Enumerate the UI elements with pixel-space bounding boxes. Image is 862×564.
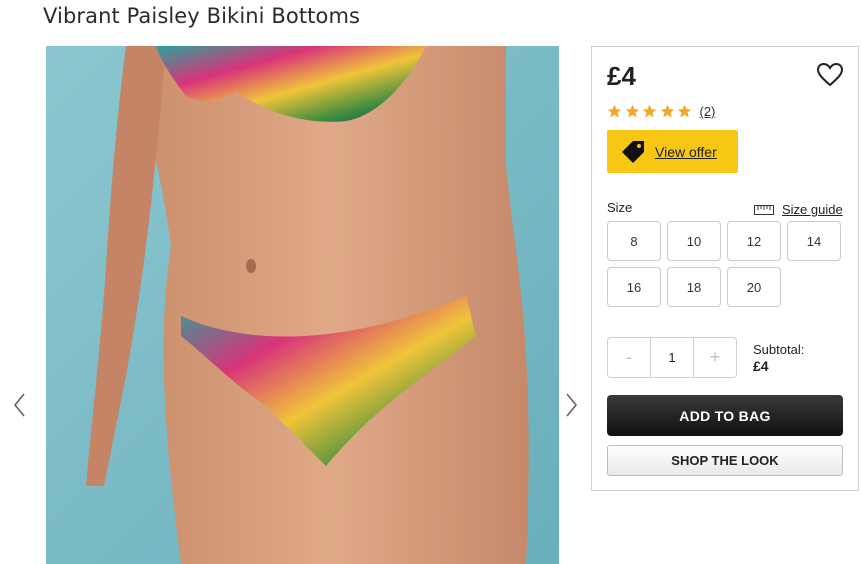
next-image-arrow[interactable]	[561, 390, 581, 420]
decrement-button[interactable]: -	[608, 338, 650, 377]
quantity-stepper: - 1 +	[607, 337, 737, 378]
star-icon	[660, 104, 674, 118]
size-guide-label: Size guide	[782, 202, 843, 217]
previous-image-arrow[interactable]	[10, 390, 30, 420]
size-option-10[interactable]: 10	[667, 221, 721, 261]
star-icon	[625, 104, 639, 118]
heart-icon	[816, 62, 844, 87]
size-label: Size	[607, 200, 633, 215]
view-offer-label: View offer	[655, 143, 717, 160]
size-option-16[interactable]: 16	[607, 267, 661, 307]
product-image	[46, 46, 559, 564]
size-option-18[interactable]: 18	[667, 267, 721, 307]
wishlist-button[interactable]	[816, 62, 844, 87]
star-icon	[607, 104, 622, 118]
subtotal-label: Subtotal:	[753, 342, 805, 357]
size-guide-link[interactable]: Size guide	[754, 202, 843, 217]
price: £4	[607, 61, 636, 91]
chevron-left-icon	[13, 393, 25, 417]
size-option-12[interactable]: 12	[727, 221, 781, 261]
review-count-link[interactable]: (2)	[700, 104, 716, 119]
size-option-20[interactable]: 20	[727, 267, 781, 307]
view-offer-button[interactable]: View offer	[607, 130, 738, 173]
price-tag-icon	[622, 140, 644, 163]
size-option-8[interactable]: 8	[607, 221, 661, 261]
chevron-right-icon	[566, 393, 578, 417]
size-option-14[interactable]: 14	[787, 221, 841, 261]
ruler-icon	[754, 204, 774, 215]
add-to-bag-button[interactable]: ADD TO BAG	[607, 395, 843, 436]
shop-the-look-button[interactable]: SHOP THE LOOK	[607, 445, 843, 476]
bikini-model-photo	[46, 46, 559, 564]
star-icon	[677, 104, 692, 118]
quantity-value[interactable]: 1	[650, 338, 694, 377]
subtotal-value: £4	[753, 358, 769, 374]
rating: (2)	[607, 104, 715, 119]
purchase-panel: £4 (2) View offer Size Size guide 8 10 1…	[591, 46, 859, 491]
star-icon	[642, 104, 657, 118]
increment-button[interactable]: +	[694, 338, 736, 377]
product-title: Vibrant Paisley Bikini Bottoms	[43, 4, 361, 28]
